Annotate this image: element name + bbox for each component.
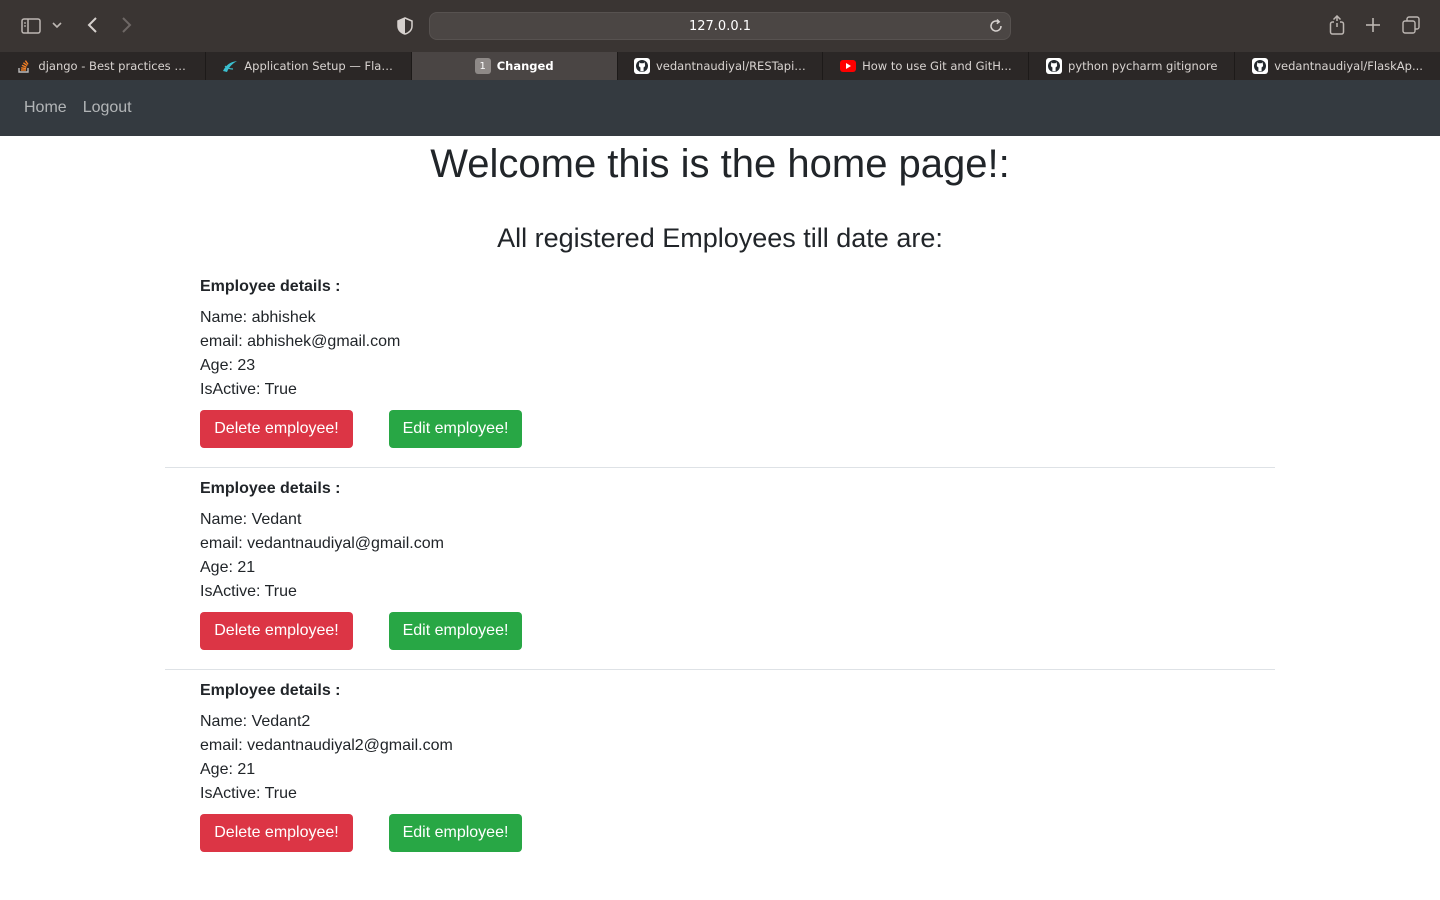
forward-icon[interactable] bbox=[117, 14, 137, 36]
employee-card: Employee details : Name: abhishek email:… bbox=[165, 266, 1275, 468]
employee-age: Age: 21 bbox=[200, 761, 256, 778]
employee-details-heading: Employee details : bbox=[200, 278, 341, 295]
employee-name: Name: Vedant2 bbox=[200, 713, 311, 730]
employee-card: Employee details : Name: Vedant email: v… bbox=[165, 468, 1275, 670]
app-navbar: Home Logout bbox=[0, 80, 1440, 136]
tab-pycharm-gitignore[interactable]: python pycharm gitignore bbox=[1029, 52, 1236, 80]
nav-home-link[interactable]: Home bbox=[24, 99, 67, 117]
edit-employee-button[interactable]: Edit employee! bbox=[389, 612, 522, 650]
back-icon[interactable] bbox=[82, 14, 102, 36]
employee-isactive: IsActive: True bbox=[200, 785, 297, 802]
tab-label: django - Best practices f... bbox=[38, 59, 189, 73]
tab-label: vedantnaudiyal/RESTapis... bbox=[656, 59, 806, 73]
sidebar-toggle-icon[interactable] bbox=[20, 15, 42, 37]
employee-name: Name: abhishek bbox=[200, 309, 316, 326]
employee-card: Employee details : Name: Vedant2 email: … bbox=[165, 670, 1275, 872]
delete-employee-button[interactable]: Delete employee! bbox=[200, 814, 353, 852]
tab-overview-icon[interactable] bbox=[1400, 14, 1422, 36]
tab-label: How to use Git and GitH... bbox=[862, 59, 1012, 73]
page-title: Welcome this is the home page!: bbox=[430, 142, 1010, 186]
tab-flask-setup[interactable]: Application Setup — Flas... bbox=[206, 52, 412, 80]
tab-flaskapp[interactable]: vedantnaudiyal/FlaskAp... bbox=[1235, 52, 1440, 80]
browser-toolbar: 127.0.0.1 bbox=[0, 0, 1440, 52]
employee-email: email: abhishek@gmail.com bbox=[200, 333, 401, 350]
edit-employee-button[interactable]: Edit employee! bbox=[389, 814, 522, 852]
github-icon bbox=[1046, 58, 1063, 74]
chevron-down-icon[interactable] bbox=[50, 18, 64, 32]
employee-isactive: IsActive: True bbox=[200, 381, 297, 398]
employee-isactive: IsActive: True bbox=[200, 583, 297, 600]
edit-employee-button[interactable]: Edit employee! bbox=[389, 410, 522, 448]
delete-employee-button[interactable]: Delete employee! bbox=[200, 410, 353, 448]
github-icon bbox=[1252, 58, 1269, 74]
tab-django[interactable]: django - Best practices f... bbox=[0, 52, 206, 80]
stackoverflow-icon bbox=[16, 58, 32, 74]
youtube-icon bbox=[840, 58, 857, 74]
nav-logout-link[interactable]: Logout bbox=[83, 99, 132, 117]
tab-youtube[interactable]: How to use Git and GitH... bbox=[823, 52, 1030, 80]
employee-list: Employee details : Name: abhishek email:… bbox=[165, 266, 1275, 872]
flask-icon bbox=[222, 58, 238, 74]
tab-restapis[interactable]: vedantnaudiyal/RESTapis... bbox=[618, 52, 824, 80]
tab-bar: django - Best practices f... Application… bbox=[0, 52, 1440, 80]
tab-label: python pycharm gitignore bbox=[1068, 59, 1218, 73]
reload-icon[interactable] bbox=[988, 18, 1004, 39]
address-bar[interactable]: 127.0.0.1 bbox=[429, 12, 1011, 40]
main-content: Welcome this is the home page!: All regi… bbox=[165, 136, 1275, 872]
employee-email: email: vedantnaudiyal@gmail.com bbox=[200, 535, 444, 552]
employee-age: Age: 23 bbox=[200, 357, 256, 374]
new-tab-icon[interactable] bbox=[1362, 14, 1384, 36]
tab-label: Application Setup — Flas... bbox=[244, 59, 395, 73]
employee-name: Name: Vedant bbox=[200, 511, 302, 528]
tab-count-badge: 1 bbox=[474, 58, 491, 74]
tab-label: vedantnaudiyal/FlaskAp... bbox=[1274, 59, 1423, 73]
share-icon[interactable] bbox=[1326, 14, 1348, 36]
delete-employee-button[interactable]: Delete employee! bbox=[200, 612, 353, 650]
employee-age: Age: 21 bbox=[200, 559, 256, 576]
page-subtitle: All registered Employees till date are: bbox=[497, 223, 943, 253]
github-icon bbox=[634, 58, 650, 74]
url-text: 127.0.0.1 bbox=[688, 18, 752, 34]
privacy-shield-icon[interactable] bbox=[395, 15, 415, 37]
employee-details-heading: Employee details : bbox=[200, 480, 341, 497]
employee-email: email: vedantnaudiyal2@gmail.com bbox=[200, 737, 453, 754]
tab-label: Changed bbox=[496, 59, 554, 73]
employee-details-heading: Employee details : bbox=[200, 682, 341, 699]
tab-changed[interactable]: 1 Changed bbox=[411, 52, 618, 80]
